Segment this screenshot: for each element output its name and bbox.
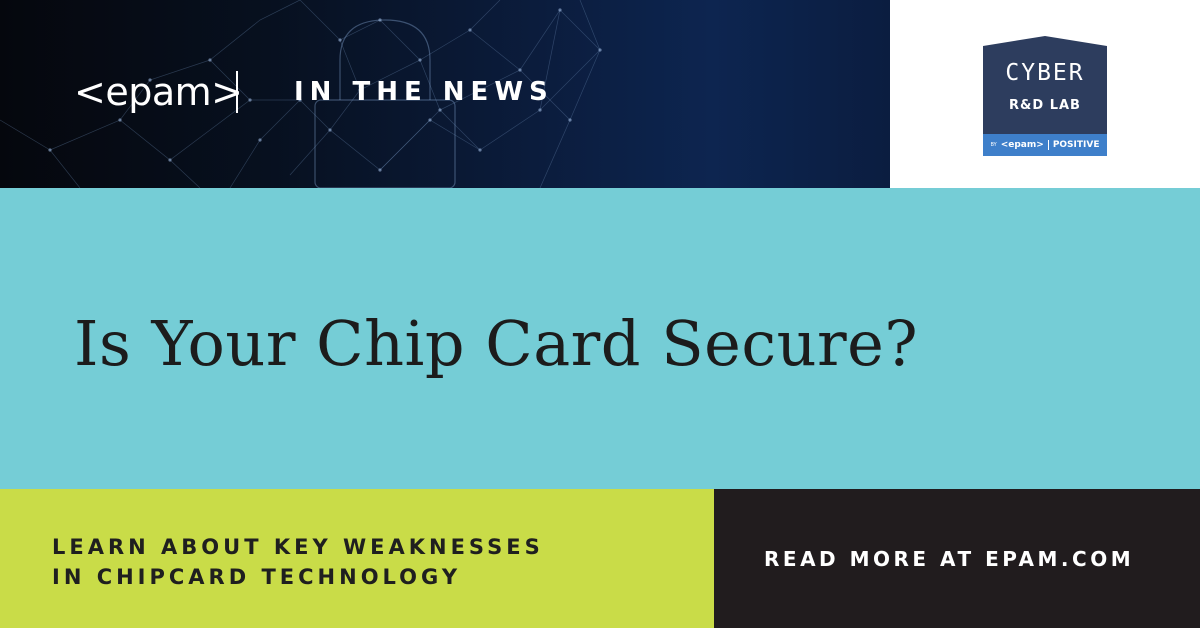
badge-epam: <epam>	[1000, 140, 1044, 150]
cyber-lab-badge: CYBER R&D LAB BY <epam> POSITIVE	[983, 36, 1107, 156]
learn-line-2: IN CHIPCARD TECHNOLOGY	[52, 565, 462, 589]
badge-title: CYBER	[1005, 60, 1085, 86]
header-divider	[236, 71, 238, 113]
badge-footer-divider	[1047, 140, 1049, 150]
badge-subtitle: R&D LAB	[1009, 98, 1081, 113]
learn-line-1: LEARN ABOUT KEY WEAKNESSES	[52, 535, 544, 559]
badge-by: BY	[990, 142, 997, 148]
hero-banner: <epam> IN THE NEWS	[0, 0, 890, 188]
section-label: IN THE NEWS	[294, 77, 554, 107]
badge-panel: CYBER R&D LAB BY <epam> POSITIVE	[890, 0, 1200, 188]
badge-footer: BY <epam> POSITIVE	[983, 134, 1107, 156]
epam-logo: <epam>	[74, 70, 243, 114]
headline: Is Your Chip Card Secure?	[74, 307, 919, 380]
badge-positive: POSITIVE	[1052, 140, 1100, 150]
read-more-link[interactable]: READ MORE AT EPAM.COM	[764, 545, 1134, 573]
